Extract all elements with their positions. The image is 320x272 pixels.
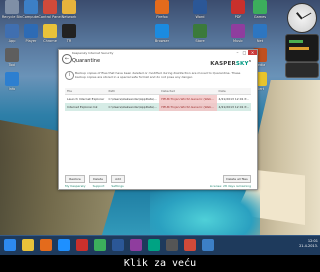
delete-all-button[interactable]: Delete all files [223,175,251,183]
row-date: 4/21/2013 12:01 P... [218,97,249,101]
kaspersky-taskbar-icon[interactable] [148,239,160,251]
info-text: Backup copies of files that have been de… [75,71,241,79]
start-button-icon[interactable] [4,239,16,251]
app-icon [5,48,19,62]
close-button[interactable]: × [248,50,257,55]
row-file: Internet Explorer.lnk [65,103,107,111]
desktop-icon[interactable]: Info [0,72,24,91]
clock-minute-hand [301,12,311,19]
desktop-icon[interactable]: Music [226,24,250,43]
row-path: C:\Users\Aleksandar\AppData\... [108,97,157,101]
desktop-icon-label: Games [253,15,267,19]
desktop-icon-label: Firefox [156,15,168,19]
app-icon [193,24,207,38]
desktop-icon-label: Net [256,39,264,43]
window-app-name: Kaspersky Internet Security [72,51,114,55]
ram-bar [289,47,309,50]
ie-icon[interactable] [58,239,70,251]
desktop-icon[interactable]: Net [248,24,272,43]
row-path: C:\Users\Aleksandar\AppData\... [106,103,160,111]
system-tray[interactable]: 12:01 21.4.2013. [299,239,318,249]
window-title: Quarantine [72,58,101,64]
desktop-icon[interactable]: TR [57,24,81,43]
desktop-icon-label: Browser [154,39,170,43]
desktop-icon[interactable]: Network [57,0,81,19]
clock-hour-hand [296,12,303,20]
tool-icon[interactable] [166,239,178,251]
desktop-icon[interactable]: Games [248,0,272,19]
taskbar: 12:01 21.4.2013. [0,235,320,255]
kaspersky-logo: KASPERSKY3 [210,59,251,67]
row-detected: HEUR:Trojan.Win32.Generic (Web... [159,94,217,103]
tray-date: 21.4.2013. [299,244,318,248]
desktop-icon-label: Store [195,39,205,43]
store-icon[interactable] [94,239,106,251]
app-icon [24,24,38,38]
firefox-icon[interactable] [40,239,52,251]
settings-link[interactable]: Settings [111,184,123,188]
desktop-icon-label: PDF [234,15,242,19]
row-date: 4/21/2013 12:01 P... [216,103,251,111]
maximize-button[interactable]: □ [241,50,248,55]
desktop-icon[interactable]: PDF [226,0,250,19]
add-button[interactable]: Add [111,175,125,183]
desktop-icon-label: Network [61,15,77,19]
app-icon [231,0,245,14]
app-icon [24,0,38,14]
license-link[interactable]: License: 28 days remaining [210,184,251,188]
desktop-icon-label: Info [8,87,16,91]
desktop-icon[interactable]: Browser [150,24,174,43]
word-icon[interactable] [112,239,124,251]
desktop: Recycle Bin Computer Control Panel Network F… [0,0,320,255]
app-icon [155,24,169,38]
app-icon [231,24,245,38]
app-icon [5,24,19,38]
network-gadget[interactable] [285,62,319,78]
app-icon [43,24,57,38]
app-icon [155,0,169,14]
desktop-icon-label: Tool [8,63,16,67]
cpu-bar [289,40,303,43]
restore-button[interactable]: Restore [65,175,85,183]
clock-gadget[interactable] [287,3,317,33]
table-row[interactable]: Launch Internet Explorer C:\Users\Aleksa… [65,94,251,103]
app-icon [62,24,76,38]
media-icon[interactable] [76,239,88,251]
app-icon [5,0,19,14]
app-icon [193,0,207,14]
desktop-icon-label: Word [195,15,205,19]
row-detected: HEUR:Trojan.Win32.Generic (Web... [159,103,217,111]
app-icon [5,72,19,86]
desktop-icon[interactable]: Tool [0,48,24,67]
caption[interactable]: Klik za veću [0,255,320,272]
desktop-icon[interactable]: Word [188,0,212,19]
delete-button[interactable]: Delete [89,175,107,183]
app-icon [253,0,267,14]
quarantine-window: Kaspersky Internet Security – □ × ← Quar… [58,49,258,190]
info-icon: i [65,71,74,80]
app-icon [62,0,76,14]
app-icon [43,0,57,14]
desktop-icon[interactable]: Firefox [150,0,174,19]
minimize-button[interactable]: – [234,50,241,55]
pdf-icon[interactable] [184,239,196,251]
my-kaspersky-link[interactable]: My Kaspersky [65,184,86,188]
app-icon [253,24,267,38]
row-file: Launch Internet Explorer [67,97,105,101]
quarantine-table: File Path Detected Date Launch Internet … [65,88,251,111]
desktop-icon-label: Music [233,39,243,43]
desktop-icon-label: TR [66,39,72,43]
network-icon[interactable] [202,239,214,251]
desktop-icon[interactable]: Store [188,24,212,43]
back-arrow-icon[interactable]: ← [62,54,72,64]
cpu-meter-gadget[interactable] [285,34,319,62]
support-link[interactable]: Support [93,184,105,188]
explorer-icon[interactable] [22,239,34,251]
app-icon[interactable] [130,239,142,251]
table-row[interactable]: Internet Explorer.lnk C:\Users\Aleksanda… [65,103,251,111]
footer-links: My Kaspersky Support Settings [65,184,130,188]
